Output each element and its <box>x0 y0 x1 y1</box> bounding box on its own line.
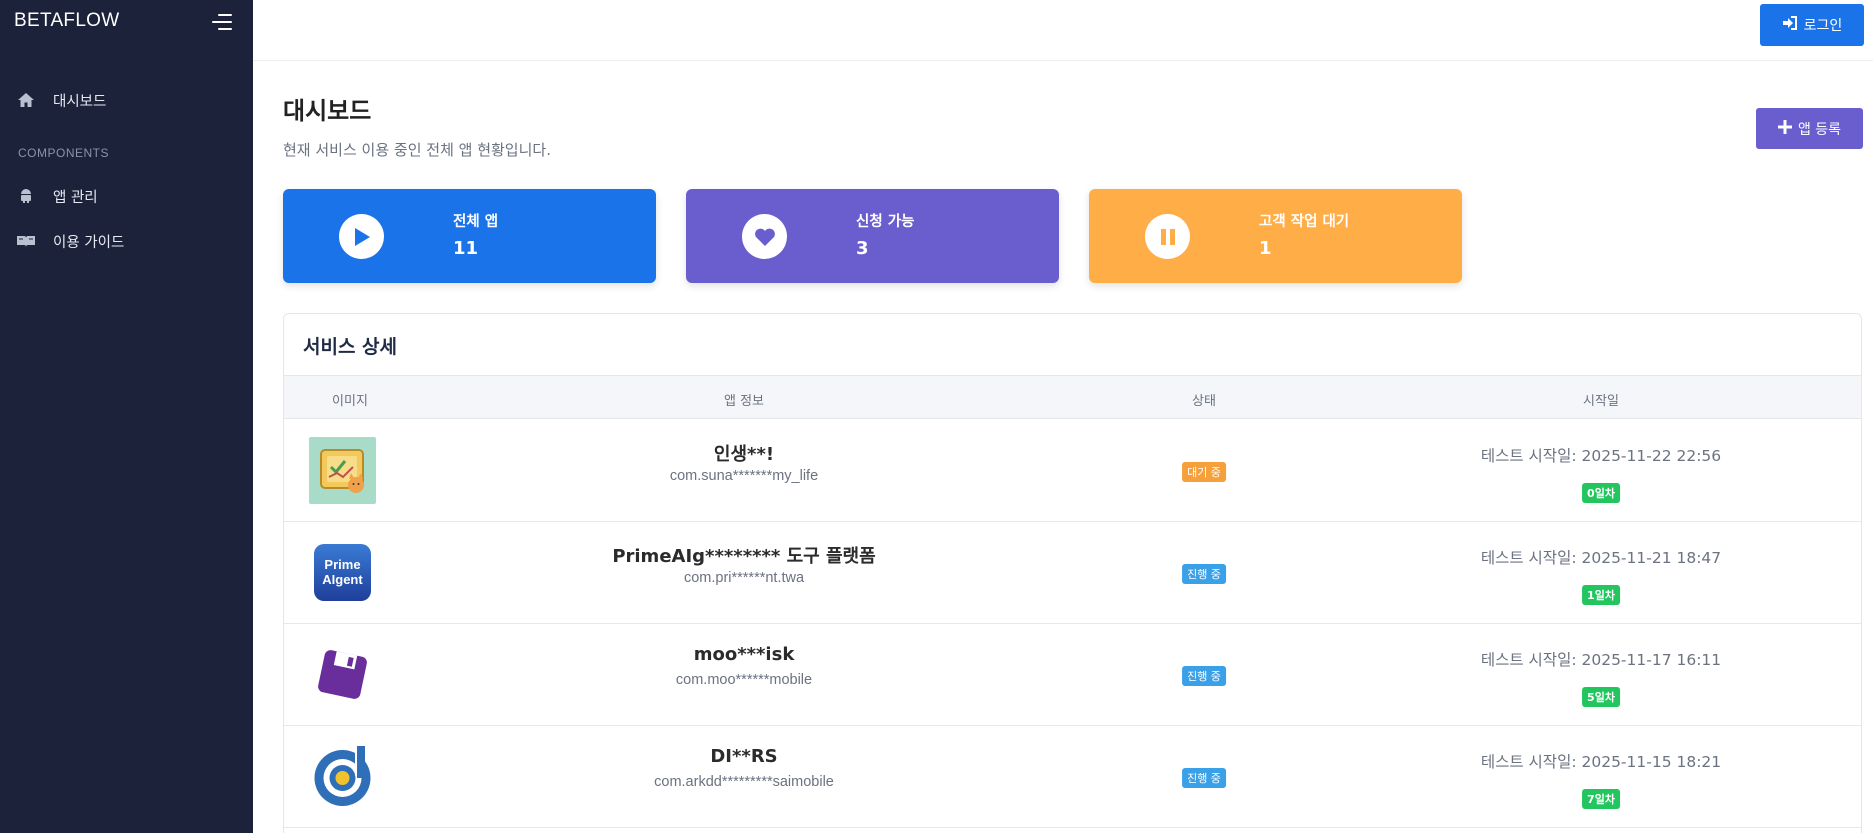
d-logo-icon[interactable] <box>309 743 376 810</box>
app-package: com.moo******mobile <box>675 672 813 688</box>
prime-aigent-icon[interactable]: Prime AIgent <box>309 539 376 606</box>
sidebar-item-dashboard[interactable]: 대시보드 <box>0 80 253 120</box>
app-package: com.suna*******my_life <box>669 468 819 484</box>
day-badge: 7일차 <box>1582 789 1620 809</box>
android-icon <box>16 186 36 206</box>
status-badge: 진행 중 <box>1182 768 1226 788</box>
app-name: 인생**! <box>713 444 775 465</box>
table-header: 이미지 앱 정보 상태 시작일 <box>284 375 1861 419</box>
play-icon <box>339 214 384 259</box>
table-row[interactable]: Prime AIgent PrimeAIg******** 도구 플랫폼 com… <box>284 522 1861 624</box>
stat-label: 고객 작업 대기 <box>1259 214 1350 230</box>
sidebar-item-app-management[interactable]: 앱 관리 <box>0 176 253 216</box>
start-date: 테스트 시작일: 2025-11-15 18:21 <box>1480 753 1722 771</box>
app-name: moo***isk <box>693 644 795 665</box>
status-badge: 진행 중 <box>1182 564 1226 584</box>
app-name: PrimeAIg******** 도구 플랫폼 <box>612 546 876 567</box>
stat-label: 전체 앱 <box>453 214 499 230</box>
heart-icon <box>742 214 787 259</box>
home-icon <box>16 90 36 110</box>
sign-in-icon <box>1782 16 1798 34</box>
column-header-status: 상태 <box>1192 394 1216 409</box>
day-badge: 5일차 <box>1582 687 1620 707</box>
stat-value: 1 <box>1259 238 1272 259</box>
plus-icon <box>1777 119 1792 138</box>
app-name: DI**RS <box>710 746 778 767</box>
stat-label: 신청 가능 <box>856 214 915 230</box>
sidebar-item-label: 이용 가이드 <box>53 234 125 251</box>
app-package: com.arkdd*********saimobile <box>654 774 834 790</box>
login-button[interactable]: 로그인 <box>1760 4 1864 46</box>
pause-icon <box>1145 214 1190 259</box>
page-title: 대시보드 <box>283 97 372 125</box>
column-header-image: 이미지 <box>332 394 368 409</box>
prime-aigent-icon-text: AIgent <box>322 572 363 587</box>
sidebar-section-label: COMPONENTS <box>18 146 110 160</box>
table-row[interactable]: 인생**! com.suna*******my_life 대기 중 테스트 시작… <box>284 420 1861 522</box>
column-header-app-info: 앱 정보 <box>723 394 765 409</box>
status-badge: 진행 중 <box>1182 666 1226 686</box>
status-badge: 대기 중 <box>1182 462 1226 482</box>
start-date: 테스트 시작일: 2025-11-21 18:47 <box>1480 549 1722 567</box>
brand-logo[interactable]: BETAFLOW <box>14 10 120 32</box>
book-icon <box>16 231 36 251</box>
purple-disk-icon[interactable] <box>309 641 376 708</box>
stat-value: 3 <box>856 238 869 259</box>
topbar: 로그인 <box>253 0 1873 61</box>
table-row[interactable]: moo***isk com.moo******mobile 진행 중 테스트 시… <box>284 624 1861 726</box>
sidebar: BETAFLOW 대시보드 COMPONENTS 앱 관리 이용 가이드 <box>0 0 253 833</box>
sidebar-item-label: 앱 관리 <box>53 189 98 206</box>
service-detail-panel: 서비스 상세 이미지 앱 정보 상태 시작일 인생**! com.suna***… <box>283 313 1862 833</box>
menu-toggle-icon[interactable] <box>212 14 234 34</box>
column-header-start-date: 시작일 <box>1583 394 1619 409</box>
add-app-button[interactable]: 앱 등록 <box>1756 108 1863 149</box>
start-date: 테스트 시작일: 2025-11-17 16:11 <box>1480 651 1722 669</box>
start-date: 테스트 시작일: 2025-11-22 22:56 <box>1480 447 1722 465</box>
stat-card-total-apps[interactable]: 전체 앱 11 <box>283 189 656 283</box>
prime-aigent-icon-text: Prime <box>324 557 360 572</box>
login-label: 로그인 <box>1803 18 1843 34</box>
add-app-label: 앱 등록 <box>1797 121 1842 138</box>
stat-value: 11 <box>453 238 479 259</box>
checklist-cat-icon[interactable] <box>309 437 376 504</box>
stat-card-customer-pending[interactable]: 고객 작업 대기 1 <box>1089 189 1462 283</box>
panel-title: 서비스 상세 <box>303 336 398 358</box>
day-badge: 1일차 <box>1582 585 1620 605</box>
table-row[interactable]: DI**RS com.arkdd*********saimobile 진행 중 … <box>284 726 1861 828</box>
page-subtitle: 현재 서비스 이용 중인 전체 앱 현황입니다. <box>283 141 551 159</box>
sidebar-item-label: 대시보드 <box>53 93 107 110</box>
sidebar-item-user-guide[interactable]: 이용 가이드 <box>0 221 253 261</box>
day-badge: 0일차 <box>1582 483 1620 503</box>
app-package: com.pri******nt.twa <box>683 570 805 586</box>
stat-card-available[interactable]: 신청 가능 3 <box>686 189 1059 283</box>
